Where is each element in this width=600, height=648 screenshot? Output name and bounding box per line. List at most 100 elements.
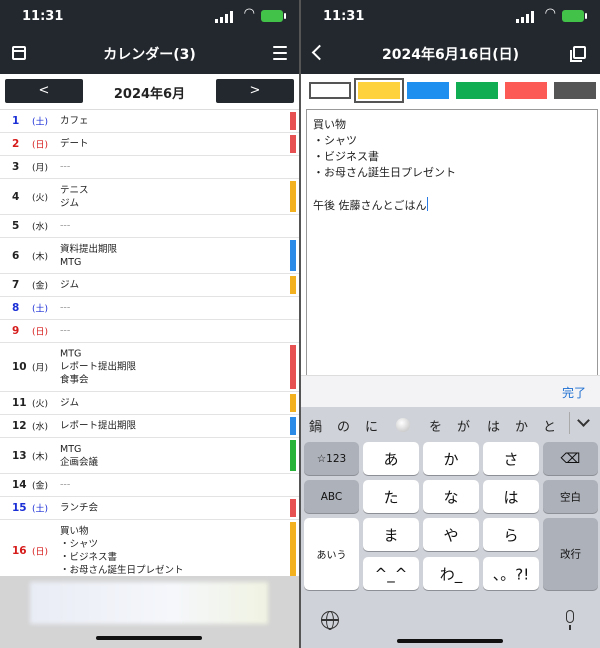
candidate-word[interactable]: 鍋 <box>309 416 322 435</box>
kana-key[interactable]: な <box>423 480 479 513</box>
color-tag <box>290 522 296 576</box>
color-swatch[interactable] <box>456 82 498 99</box>
delete-key[interactable]: ⌫ <box>543 442 598 475</box>
day-number: 12 <box>12 420 27 432</box>
battery-icon <box>261 10 286 22</box>
candidate-word[interactable]: の <box>337 416 350 435</box>
color-tag <box>290 440 296 471</box>
japanese-keyboard: 鍋のにをがはかと ☆123 あかさ ABC たなは空白 あいうまやら改行 ^_^ わ_、。?… <box>301 407 600 648</box>
day-row[interactable]: 10 (月) MTG レポート提出期限 食事会 <box>0 343 299 392</box>
color-swatch[interactable] <box>554 82 596 99</box>
kana-key[interactable]: わ_ <box>423 557 479 590</box>
day-number: 5 <box>12 220 20 232</box>
key-label: ま <box>383 526 399 544</box>
return-key[interactable]: 改行 <box>543 518 598 590</box>
day-row[interactable]: 11 (火) ジム <box>0 392 299 415</box>
candidate-word[interactable]: と <box>543 416 556 435</box>
day-number: 14 <box>12 479 27 491</box>
home-indicator <box>397 639 503 643</box>
abc-key[interactable]: ABC <box>304 480 359 513</box>
candidate-word[interactable]: か <box>515 416 528 435</box>
day-events: 資料提出期限 MTG <box>60 243 118 268</box>
day-number: 6 <box>12 249 20 262</box>
key-label: か <box>443 450 459 468</box>
color-swatch[interactable] <box>505 82 547 99</box>
calendar-panel: 11:31 ◠ カレンダー(3) < 2024年6月 > 1 (土) カフェ 2 (日)… <box>0 0 299 648</box>
day-of-week: (火) <box>32 399 49 410</box>
day-of-week: (日) <box>32 327 49 338</box>
kana-key[interactable]: ま <box>363 518 419 551</box>
kana-key[interactable]: か <box>423 442 479 475</box>
candidate-word[interactable]: が <box>457 416 470 435</box>
emoji-candidate-icon[interactable] <box>396 418 410 432</box>
day-number: 2 <box>12 138 20 150</box>
ad-banner[interactable] <box>0 576 299 648</box>
day-row[interactable]: 14 (金) --- <box>0 474 299 497</box>
day-events: --- <box>60 325 71 337</box>
candidate-word[interactable]: に <box>365 416 378 435</box>
color-tag <box>290 240 296 271</box>
key-label: 改行 <box>560 548 581 561</box>
copy-icon[interactable] <box>570 46 586 62</box>
next-month-button[interactable]: > <box>216 79 294 103</box>
day-row[interactable]: 6 (木) 資料提出期限 MTG <box>0 238 299 274</box>
day-events: MTG レポート提出期限 食事会 <box>60 348 137 386</box>
expand-candidates-icon[interactable] <box>577 414 590 427</box>
color-swatch[interactable] <box>309 82 351 99</box>
day-row[interactable]: 13 (木) MTG 企画会議 <box>0 438 299 474</box>
key-label: ABC <box>320 490 343 503</box>
day-row[interactable]: 4 (火) テニス ジム <box>0 179 299 215</box>
kaomoji-key[interactable]: ^_^ <box>363 557 419 590</box>
space-key[interactable]: 空白 <box>543 480 598 513</box>
candidate-word[interactable]: は <box>487 416 500 435</box>
day-row[interactable]: 1 (土) カフェ <box>0 110 299 133</box>
home-indicator <box>96 636 202 640</box>
wifi-icon: ◠ <box>544 6 556 21</box>
symbols-key[interactable]: ☆123 <box>304 442 359 475</box>
kana-key[interactable]: や <box>423 518 479 551</box>
status-bar: 11:31 ◠ <box>301 0 600 34</box>
key-label: わ_ <box>439 565 463 583</box>
day-row[interactable]: 16 (日) 買い物 ・シャツ ・ビジネス書 ・お母さん誕生日プレゼント <box>0 520 299 576</box>
memo-textarea[interactable]: 買い物 ・シャツ ・ビジネス書 ・お母さん誕生日プレゼント 午後 佐藤さんとごは… <box>306 109 598 375</box>
day-row[interactable]: 12 (水) レポート提出期限 <box>0 415 299 438</box>
candidate-word[interactable]: を <box>429 416 442 435</box>
day-row[interactable]: 5 (水) --- <box>0 215 299 238</box>
key-label: ^_^ <box>374 564 408 583</box>
day-of-week: (水) <box>32 422 49 433</box>
punctuation-key[interactable]: 、。?! <box>483 557 539 590</box>
microphone-icon[interactable] <box>566 610 574 630</box>
done-button[interactable]: 完了 <box>562 384 586 401</box>
color-swatch[interactable] <box>354 78 404 103</box>
kana-key[interactable]: ら <box>483 518 539 551</box>
color-tag <box>290 276 296 294</box>
kana-key[interactable]: さ <box>483 442 539 475</box>
page-title: カレンダー(3) <box>103 47 196 63</box>
day-number: 1 <box>12 115 20 127</box>
wifi-icon: ◠ <box>243 6 255 21</box>
memo-header: 2024年6月16日(日) <box>301 34 600 74</box>
kana-key[interactable]: は <box>483 480 539 513</box>
day-row[interactable]: 8 (土) --- <box>0 297 299 320</box>
candidate-bar: 鍋のに をがはかと <box>301 407 600 440</box>
kana-mode-key[interactable]: あいう <box>304 518 359 590</box>
day-of-week: (土) <box>32 304 49 315</box>
day-row[interactable]: 2 (日) デート <box>0 133 299 156</box>
day-row[interactable]: 7 (金) ジム <box>0 274 299 297</box>
day-of-week: (月) <box>32 363 49 374</box>
day-row[interactable]: 9 (日) --- <box>0 320 299 343</box>
day-of-week: (火) <box>32 193 49 203</box>
ad-content[interactable] <box>30 582 268 624</box>
menu-icon[interactable] <box>273 46 287 60</box>
day-row[interactable]: 15 (土) ランチ会 <box>0 497 299 520</box>
battery-icon <box>562 10 587 22</box>
globe-icon[interactable] <box>321 611 339 630</box>
status-time: 11:31 <box>22 9 64 24</box>
kana-key[interactable]: あ <box>363 442 419 475</box>
text-caret <box>426 197 428 211</box>
kana-key[interactable]: た <box>363 480 419 513</box>
color-swatch[interactable] <box>407 82 449 99</box>
day-row[interactable]: 3 (月) --- <box>0 156 299 179</box>
day-of-week: (土) <box>32 504 49 515</box>
day-number: 8 <box>12 302 20 314</box>
